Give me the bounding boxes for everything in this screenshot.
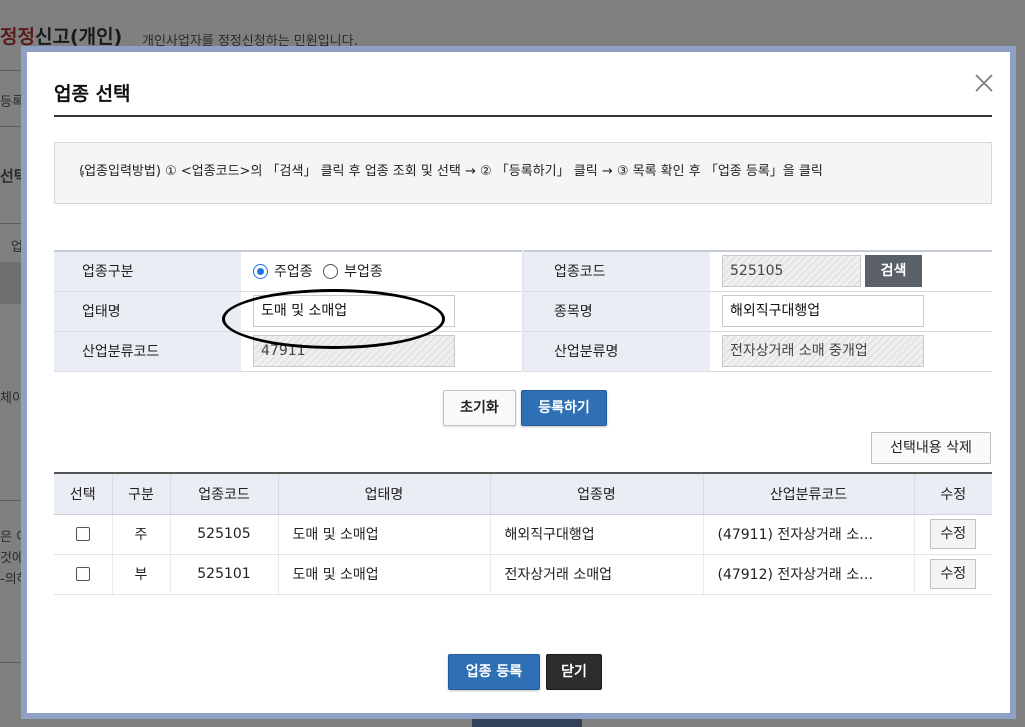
submit-industry-button[interactable]: 업종 등록 <box>448 654 540 690</box>
row-code: 525105 <box>170 514 279 555</box>
bullet-icon <box>80 171 84 175</box>
sub-type-label: 부업종 <box>344 264 383 281</box>
table-row: 부 525101 도매 및 소매업 전자상거래 소매업 (47912) 전자상거… <box>54 554 992 595</box>
item-input[interactable]: 해외직구대행업 <box>722 295 924 327</box>
bg-page-title: 정정신고(개인) <box>0 26 123 48</box>
biz-type-input[interactable]: 도매 및 소매업 <box>253 295 455 327</box>
search-button[interactable]: 검색 <box>865 255 922 288</box>
industry-class-name-input[interactable]: 전자상거래 소매 중개업 <box>722 335 924 367</box>
col-header-select: 선택 <box>54 473 113 515</box>
reset-button[interactable]: 초기화 <box>443 390 516 426</box>
row-biz: 도매 및 소매업 <box>278 514 491 555</box>
row-kind: 주 <box>112 514 171 555</box>
industry-class-code-input[interactable]: 47911 <box>253 335 455 367</box>
col-header-edit: 수정 <box>914 473 992 515</box>
industry-form: 업종구분 주업종 부업종 업종코드 525105 검색 업태명 도매 및 소매업 … <box>54 250 992 372</box>
col-header-kind: 구분 <box>112 473 171 515</box>
type-radio-group: 주업종 부업종 <box>241 251 523 292</box>
bg-divider <box>0 70 21 71</box>
instruction-text: (업종입력방법) ① <업종코드>의 「검색」 클릭 후 업종 조회 및 선택 … <box>79 164 823 179</box>
row-industry: (47912) 전자상거래 소… <box>717 567 874 583</box>
row-biz: 도매 및 소매업 <box>278 554 491 595</box>
col-header-code: 업종코드 <box>170 473 279 515</box>
close-icon[interactable] <box>972 71 996 95</box>
industry-code-label: 산업분류코드 <box>54 331 241 372</box>
delete-selected-button[interactable]: 선택내용 삭제 <box>871 432 991 464</box>
main-type-radio[interactable] <box>253 264 268 280</box>
code-label: 업종코드 <box>522 251 710 292</box>
row-checkbox[interactable] <box>75 567 90 581</box>
col-header-industry: 산업분류코드 <box>703 473 915 515</box>
main-type-label: 주업종 <box>274 264 313 281</box>
industry-name-label: 산업분류명 <box>522 331 710 372</box>
bg-button-edge <box>472 719 582 727</box>
sub-type-radio[interactable] <box>323 264 339 280</box>
bg-divider <box>0 126 21 127</box>
industry-select-modal: 업종 선택 (업종입력방법) ① <업종코드>의 「검색」 클릭 후 업종 조회… <box>21 46 1016 719</box>
title-divider <box>54 115 992 117</box>
close-button[interactable]: 닫기 <box>546 654 602 690</box>
row-item: 해외직구대행업 <box>490 514 704 555</box>
bg-divider <box>0 223 21 224</box>
modal-title: 업종 선택 <box>54 83 131 105</box>
row-industry: (47911) 전자상거래 소… <box>717 527 874 543</box>
item-label: 종목명 <box>522 291 710 332</box>
table-row: 주 525105 도매 및 소매업 해외직구대행업 (47911) 전자상거래 … <box>54 514 992 555</box>
row-kind: 부 <box>112 554 171 595</box>
biz-type-label: 업태명 <box>54 291 241 332</box>
row-item: 전자상거래 소매업 <box>490 554 704 595</box>
register-button[interactable]: 등록하기 <box>521 390 607 426</box>
row-code: 525101 <box>170 554 279 595</box>
industry-code-input[interactable]: 525105 <box>722 255 861 288</box>
instruction-notice: (업종입력방법) ① <업종코드>의 「검색」 클릭 후 업종 조회 및 선택 … <box>54 142 992 204</box>
col-header-biz: 업태명 <box>278 473 491 515</box>
industry-list-table: 선택 구분 업종코드 업태명 업종명 산업분류코드 수정 주 525105 도매… <box>54 472 992 595</box>
type-label: 업종구분 <box>54 251 241 292</box>
col-header-item: 업종명 <box>490 473 704 515</box>
edit-button[interactable]: 수정 <box>930 559 977 589</box>
edit-button[interactable]: 수정 <box>930 519 977 549</box>
bg-divider <box>0 662 21 663</box>
bg-block <box>0 262 21 304</box>
bg-divider <box>0 500 21 501</box>
row-checkbox[interactable] <box>75 527 90 541</box>
table-header-row: 선택 구분 업종코드 업태명 업종명 산업분류코드 수정 <box>54 473 992 515</box>
